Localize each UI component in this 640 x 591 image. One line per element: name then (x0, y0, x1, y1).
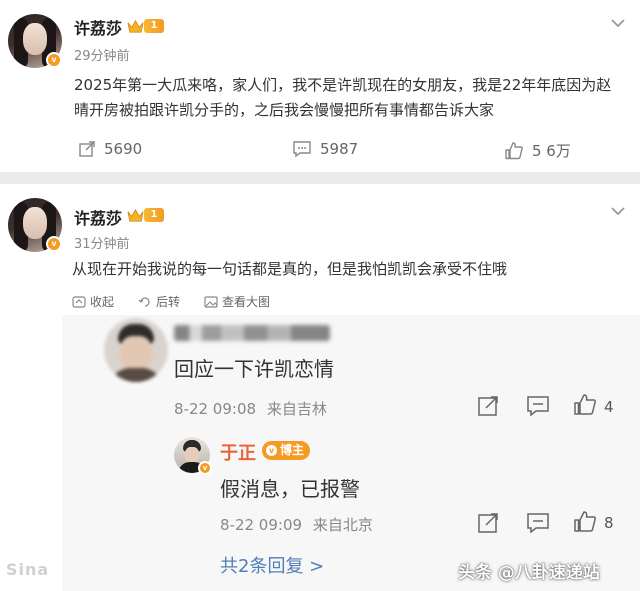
view-image-label: 查看大图 (222, 295, 271, 309)
post-content-line: 晴开房被拍跟许凯分手的，之后我会慢慢把所有事情都告诉大家 (74, 101, 495, 119)
comment-like-count: 4 (604, 398, 614, 416)
thumbs-up-icon[interactable] (573, 393, 597, 417)
verified-icon: v (46, 52, 62, 68)
verified-icon: v (46, 236, 62, 252)
reply-location: 来自北京 (312, 516, 373, 534)
username[interactable]: 许荔莎 (74, 15, 122, 39)
chevron-down-icon[interactable] (610, 206, 628, 218)
author-badge: v 博主 (262, 441, 311, 460)
verified-icon: v (198, 461, 212, 475)
comment-meta: 8-22 09:08 来自吉林 (174, 398, 327, 419)
level-badge: 1 (144, 208, 164, 222)
post-content-line: 2025年第一大瓜来咯，家人们，我不是许凯现在的女朋友，我是22年年底因为赵 (74, 76, 612, 94)
rotate-label: 后转 (156, 295, 181, 309)
repost-count: 5690 (104, 140, 143, 158)
collapse-label: 收起 (90, 295, 115, 309)
comment-screenshot: 回应一下许凯恋情 8-22 09:08 来自吉林 4 v 于正 v 博主 假消息，… (62, 315, 640, 591)
reply-date: 8-22 09:09 (220, 516, 303, 534)
repost-button[interactable]: 5690 (78, 140, 142, 158)
comment-location: 来自吉林 (266, 400, 327, 418)
share-icon[interactable] (477, 395, 499, 417)
watermark: 头条 @八卦速递站 (458, 562, 600, 583)
post-content: 从现在开始我说的每一句话都是真的，但是我怕凯凯会承受不住哦 (72, 260, 508, 278)
comment-button[interactable]: 5987 (292, 140, 358, 158)
blurred-avatar (104, 318, 168, 382)
comment-icon (293, 141, 311, 158)
reply-meta: 8-22 09:09 来自北京 (220, 514, 373, 535)
comment-icon[interactable] (526, 395, 550, 417)
comment-date: 8-22 09:08 (174, 400, 257, 418)
like-count: 5 6万 (532, 142, 571, 160)
view-image-button[interactable]: 查看大图 (204, 293, 270, 310)
share-icon[interactable] (477, 512, 499, 534)
rotate-icon (138, 296, 150, 307)
comment-text: 回应一下许凯恋情 (174, 357, 334, 381)
post-content: 2025年第一大瓜来咯，家人们，我不是许凯现在的女朋友，我是22年年底因为赵 晴… (74, 73, 611, 123)
comment-count: 5987 (320, 140, 359, 158)
crown-icon (127, 19, 144, 33)
reply-like-count: 8 (604, 514, 614, 532)
post-time: 29分钟前 (74, 49, 130, 64)
author-badge-label: 博主 (280, 443, 305, 457)
post-card-1: v 许荔莎 1 29分钟前 2025年第一大瓜来咯，家人们，我不是许凯现在的女朋… (0, 0, 640, 172)
reply-username[interactable]: 于正 (220, 439, 256, 465)
more-replies-link[interactable]: 共2条回复 > (220, 552, 324, 578)
collapse-icon (72, 295, 86, 308)
rotate-button[interactable]: 后转 (138, 293, 180, 310)
crown-icon (127, 208, 144, 222)
like-button[interactable]: 5 6万 (504, 140, 571, 161)
reply-text: 假消息，已报警 (220, 477, 360, 501)
level-badge: 1 (144, 19, 164, 33)
thumbs-up-icon[interactable] (573, 510, 597, 534)
feed-divider (0, 172, 640, 184)
repost-icon (79, 141, 95, 157)
post-time: 31分钟前 (74, 237, 130, 252)
blurred-username (174, 325, 330, 341)
comment-icon[interactable] (526, 512, 550, 534)
username[interactable]: 许荔莎 (74, 205, 122, 229)
image-icon (204, 295, 218, 308)
chevron-down-icon[interactable] (610, 18, 628, 30)
thumbs-up-icon (505, 141, 523, 159)
collapse-button[interactable]: 收起 (72, 293, 114, 310)
faint-watermark: Sina (6, 560, 50, 579)
